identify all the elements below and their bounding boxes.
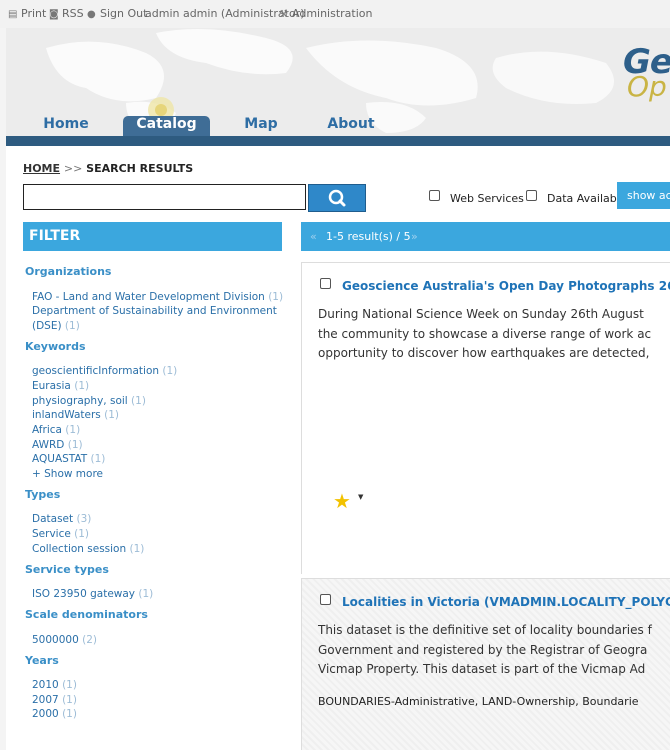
search-button[interactable] bbox=[308, 184, 366, 212]
filter-header: FILTER bbox=[23, 222, 282, 251]
breadcrumb-home[interactable]: HOME bbox=[23, 162, 60, 175]
administration-link[interactable]: ⚒ Administration bbox=[279, 7, 373, 20]
search-icon bbox=[328, 189, 346, 207]
breadcrumb-separator: >> bbox=[63, 162, 83, 175]
print-link[interactable]: ▤ Print bbox=[8, 7, 46, 20]
facet-item[interactable]: Dataset (3) bbox=[32, 513, 91, 525]
logo-bottom: Op bbox=[627, 70, 667, 103]
facet-item[interactable]: ISO 23950 gateway (1) bbox=[32, 588, 153, 600]
result-title[interactable]: Localities in Victoria (VMADMIN.LOCALITY… bbox=[342, 595, 670, 609]
facet-item[interactable]: FAO - Land and Water Development Divisio… bbox=[32, 291, 283, 303]
print-icon: ▤ bbox=[8, 9, 18, 20]
facet-years[interactable]: Years bbox=[25, 654, 59, 667]
tab-home[interactable]: Home bbox=[30, 116, 102, 136]
star-icon[interactable]: ★ bbox=[333, 489, 351, 513]
facet-service-types[interactable]: Service types bbox=[25, 563, 109, 576]
facet-item[interactable]: Eurasia (1) bbox=[32, 380, 89, 392]
data-available-label: Data Available bbox=[547, 192, 627, 205]
facet-item[interactable]: Service (1) bbox=[32, 528, 89, 540]
previous-page-icon[interactable]: « bbox=[310, 222, 317, 251]
facet-item[interactable]: 2007 (1) bbox=[32, 694, 77, 706]
wrench-icon: ⚒ bbox=[279, 9, 288, 20]
facet-item[interactable]: 2010 (1) bbox=[32, 679, 77, 691]
facet-item[interactable]: Collection session (1) bbox=[32, 543, 144, 555]
tab-about[interactable]: About bbox=[316, 116, 386, 136]
facet-item[interactable]: 5000000 (2) bbox=[32, 634, 97, 646]
facet-item[interactable]: physiography, soil (1) bbox=[32, 395, 146, 407]
result-description: During National Science Week on Sunday 2… bbox=[318, 307, 652, 360]
result-title[interactable]: Geoscience Australia's Open Day Photogra… bbox=[342, 279, 670, 293]
top-bar: ▤ Print ◙ RSS ● Sign Out admin admin (Admin… bbox=[0, 0, 670, 28]
web-services-checkbox[interactable] bbox=[429, 190, 440, 201]
tab-map[interactable]: Map bbox=[232, 116, 290, 136]
facet-item[interactable]: inlandWaters (1) bbox=[32, 409, 119, 421]
facet-scale-denominators[interactable]: Scale denominators bbox=[25, 608, 148, 621]
user-icon: ● bbox=[87, 9, 96, 20]
result-select-checkbox[interactable] bbox=[320, 594, 331, 605]
results-bar: « 1-5 result(s) / 5 » bbox=[301, 222, 670, 251]
rss-icon: ◙ bbox=[49, 9, 59, 20]
facet-item[interactable]: Department of Sustainability and Environ… bbox=[32, 305, 277, 317]
caret-down-icon[interactable]: ▼ bbox=[358, 493, 363, 501]
result-card: Localities in Victoria (VMADMIN.LOCALITY… bbox=[301, 578, 670, 750]
signout-link[interactable]: ● Sign Out bbox=[87, 7, 147, 20]
nav-underline bbox=[6, 136, 670, 146]
results-summary: 1-5 result(s) / 5 bbox=[326, 230, 411, 243]
next-page-icon[interactable]: » bbox=[411, 222, 418, 251]
breadcrumb: HOME >> SEARCH RESULTS bbox=[23, 162, 193, 175]
tab-catalog[interactable]: Catalog bbox=[123, 116, 210, 136]
search-input[interactable] bbox=[23, 184, 306, 210]
facet-organizations[interactable]: Organizations bbox=[25, 265, 111, 278]
show-more-link[interactable]: + Show more bbox=[32, 468, 103, 480]
facet-item[interactable]: AWRD (1) bbox=[32, 439, 83, 451]
result-description: This dataset is the definitive set of lo… bbox=[318, 623, 652, 676]
data-available-checkbox[interactable] bbox=[526, 190, 537, 201]
facet-item[interactable]: (DSE) (1) bbox=[32, 320, 80, 332]
web-services-label: Web Services bbox=[450, 192, 524, 205]
facet-item[interactable]: 2000 (1) bbox=[32, 708, 77, 720]
breadcrumb-current: SEARCH RESULTS bbox=[86, 162, 194, 175]
result-card: Geoscience Australia's Open Day Photogra… bbox=[301, 262, 670, 574]
result-keywords: BOUNDARIES-Administrative, LAND-Ownershi… bbox=[318, 695, 639, 708]
show-all-button[interactable]: show ac bbox=[617, 182, 670, 209]
facet-item[interactable]: Africa (1) bbox=[32, 424, 80, 436]
facet-types[interactable]: Types bbox=[25, 488, 60, 501]
result-select-checkbox[interactable] bbox=[320, 278, 331, 289]
facet-item[interactable]: geoscientificInformation (1) bbox=[32, 365, 177, 377]
rss-link[interactable]: ◙ RSS bbox=[49, 7, 84, 20]
facet-keywords[interactable]: Keywords bbox=[25, 340, 86, 353]
main-nav: Home Catalog Map About bbox=[6, 116, 670, 136]
facet-item[interactable]: AQUASTAT (1) bbox=[32, 453, 105, 465]
